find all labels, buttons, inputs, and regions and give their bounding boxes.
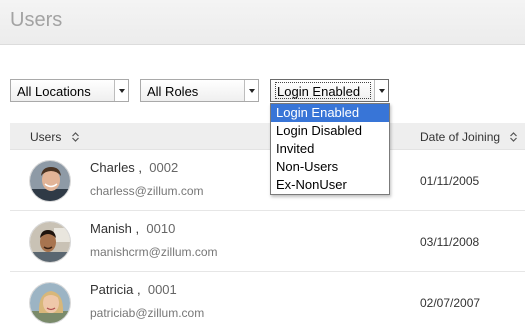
user-id: 0010 — [146, 221, 176, 236]
user-name: Manish — [90, 221, 132, 236]
login-status-filter-value: Login Enabled — [277, 84, 361, 99]
avatar — [29, 221, 71, 263]
column-header-users[interactable]: Users — [30, 130, 80, 144]
table-row[interactable]: Charles , 0002 charless@zillum.com 01/11… — [10, 150, 525, 211]
name-separator: , — [138, 160, 143, 175]
dropdown-option[interactable]: Login Disabled — [271, 122, 389, 140]
user-name-line[interactable]: Charles , 0002 — [90, 160, 178, 175]
dropdown-option[interactable]: Non-Users — [271, 158, 389, 176]
user-email: charless@zillum.com — [90, 184, 204, 198]
column-header-date-label: Date of Joining — [420, 130, 501, 144]
page-title: Users — [10, 9, 63, 31]
location-filter-value: All Locations — [17, 84, 91, 99]
user-name: Patricia — [90, 282, 134, 297]
chevron-down-icon — [244, 80, 258, 101]
column-header-date-of-joining[interactable]: Date of Joining — [420, 130, 518, 144]
avatar — [29, 282, 71, 324]
sort-icon[interactable] — [509, 132, 518, 142]
login-status-dropdown-list: Login Enabled Login Disabled Invited Non… — [270, 103, 390, 195]
user-id: 0001 — [147, 282, 177, 297]
chevron-down-icon — [114, 80, 128, 101]
sort-icon[interactable] — [71, 132, 80, 142]
table-header: Users Date of Joining — [10, 123, 525, 150]
user-name-line[interactable]: Patricia , 0001 — [90, 282, 177, 297]
column-header-users-label: Users — [30, 130, 62, 144]
dropdown-option[interactable]: Ex-NonUser — [271, 176, 389, 194]
chevron-down-icon — [374, 80, 388, 101]
dropdown-option[interactable]: Login Enabled — [271, 104, 389, 122]
date-of-joining: 03/11/2008 — [420, 235, 480, 249]
table-row[interactable]: Manish , 0010 manishcrm@zillum.com 03/11… — [10, 211, 525, 272]
role-filter-value: All Roles — [147, 84, 199, 99]
user-name-line[interactable]: Manish , 0010 — [90, 221, 175, 236]
user-email: manishcrm@zillum.com — [90, 245, 218, 259]
avatar — [29, 160, 71, 202]
user-email: patriciab@zillum.com — [90, 306, 205, 320]
location-filter-select[interactable]: All Locations — [10, 79, 129, 102]
date-of-joining: 01/11/2005 — [420, 174, 480, 188]
dropdown-option[interactable]: Invited — [271, 140, 389, 158]
role-filter-select[interactable]: All Roles — [140, 79, 259, 102]
user-id: 0002 — [149, 160, 179, 175]
name-separator: , — [135, 221, 140, 236]
login-status-filter-select[interactable]: Login Enabled — [270, 79, 389, 102]
user-name: Charles — [90, 160, 135, 175]
date-of-joining: 02/07/2007 — [420, 296, 481, 310]
page-header: Users — [0, 0, 525, 45]
table-row[interactable]: Patricia , 0001 patriciab@zillum.com 02/… — [10, 272, 525, 332]
name-separator: , — [136, 282, 141, 297]
